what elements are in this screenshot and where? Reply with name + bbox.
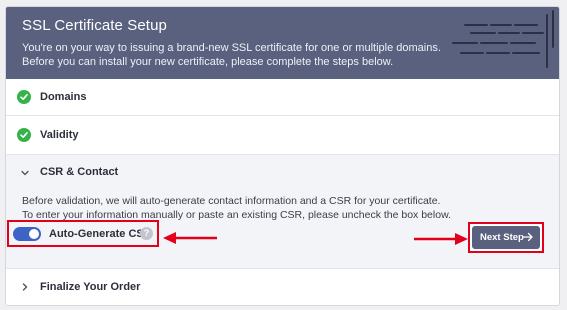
header-desc-line2: Before you can install your new certific… bbox=[22, 56, 394, 68]
auto-generate-csr-label[interactable]: Auto-Generate CSR bbox=[49, 228, 152, 240]
step-label-finalize: Finalize Your Order bbox=[40, 281, 141, 293]
next-step-button[interactable]: Next Step bbox=[472, 226, 540, 249]
help-icon[interactable]: ? bbox=[140, 227, 153, 240]
step-validity[interactable]: Validity bbox=[6, 116, 559, 155]
header-decoration bbox=[452, 10, 554, 68]
auto-generate-csr-toggle[interactable] bbox=[13, 227, 41, 241]
toggle-knob bbox=[29, 229, 39, 239]
header-description: You're on your way to issuing a brand-ne… bbox=[22, 41, 442, 69]
chevron-down-icon[interactable] bbox=[20, 168, 30, 178]
check-icon bbox=[17, 90, 31, 104]
csr-description: Before validation, we will auto-generate… bbox=[22, 194, 451, 222]
csr-text-line1: Before validation, we will auto-generate… bbox=[22, 195, 441, 207]
annotation-arrow-left bbox=[163, 232, 217, 244]
auto-generate-highlight: Auto-Generate CSR ? bbox=[7, 220, 159, 247]
arrow-right-icon bbox=[522, 232, 533, 242]
header: SSL Certificate Setup You're on your way… bbox=[6, 7, 559, 79]
annotation-arrow-right bbox=[414, 233, 468, 245]
step-domains[interactable]: Domains bbox=[6, 79, 559, 116]
next-step-label: Next Step bbox=[480, 232, 524, 243]
header-desc-line1: You're on your way to issuing a brand-ne… bbox=[22, 42, 441, 54]
next-step-highlight: Next Step bbox=[468, 222, 544, 253]
check-icon bbox=[17, 128, 31, 142]
page-title: SSL Certificate Setup bbox=[22, 17, 167, 34]
step-label-csr[interactable]: CSR & Contact bbox=[40, 166, 118, 178]
step-label-validity: Validity bbox=[40, 129, 79, 141]
step-label-domains: Domains bbox=[40, 91, 87, 103]
step-finalize[interactable]: Finalize Your Order bbox=[6, 269, 559, 305]
chevron-right-icon bbox=[22, 283, 28, 291]
ssl-setup-card: SSL Certificate Setup You're on your way… bbox=[5, 6, 560, 306]
